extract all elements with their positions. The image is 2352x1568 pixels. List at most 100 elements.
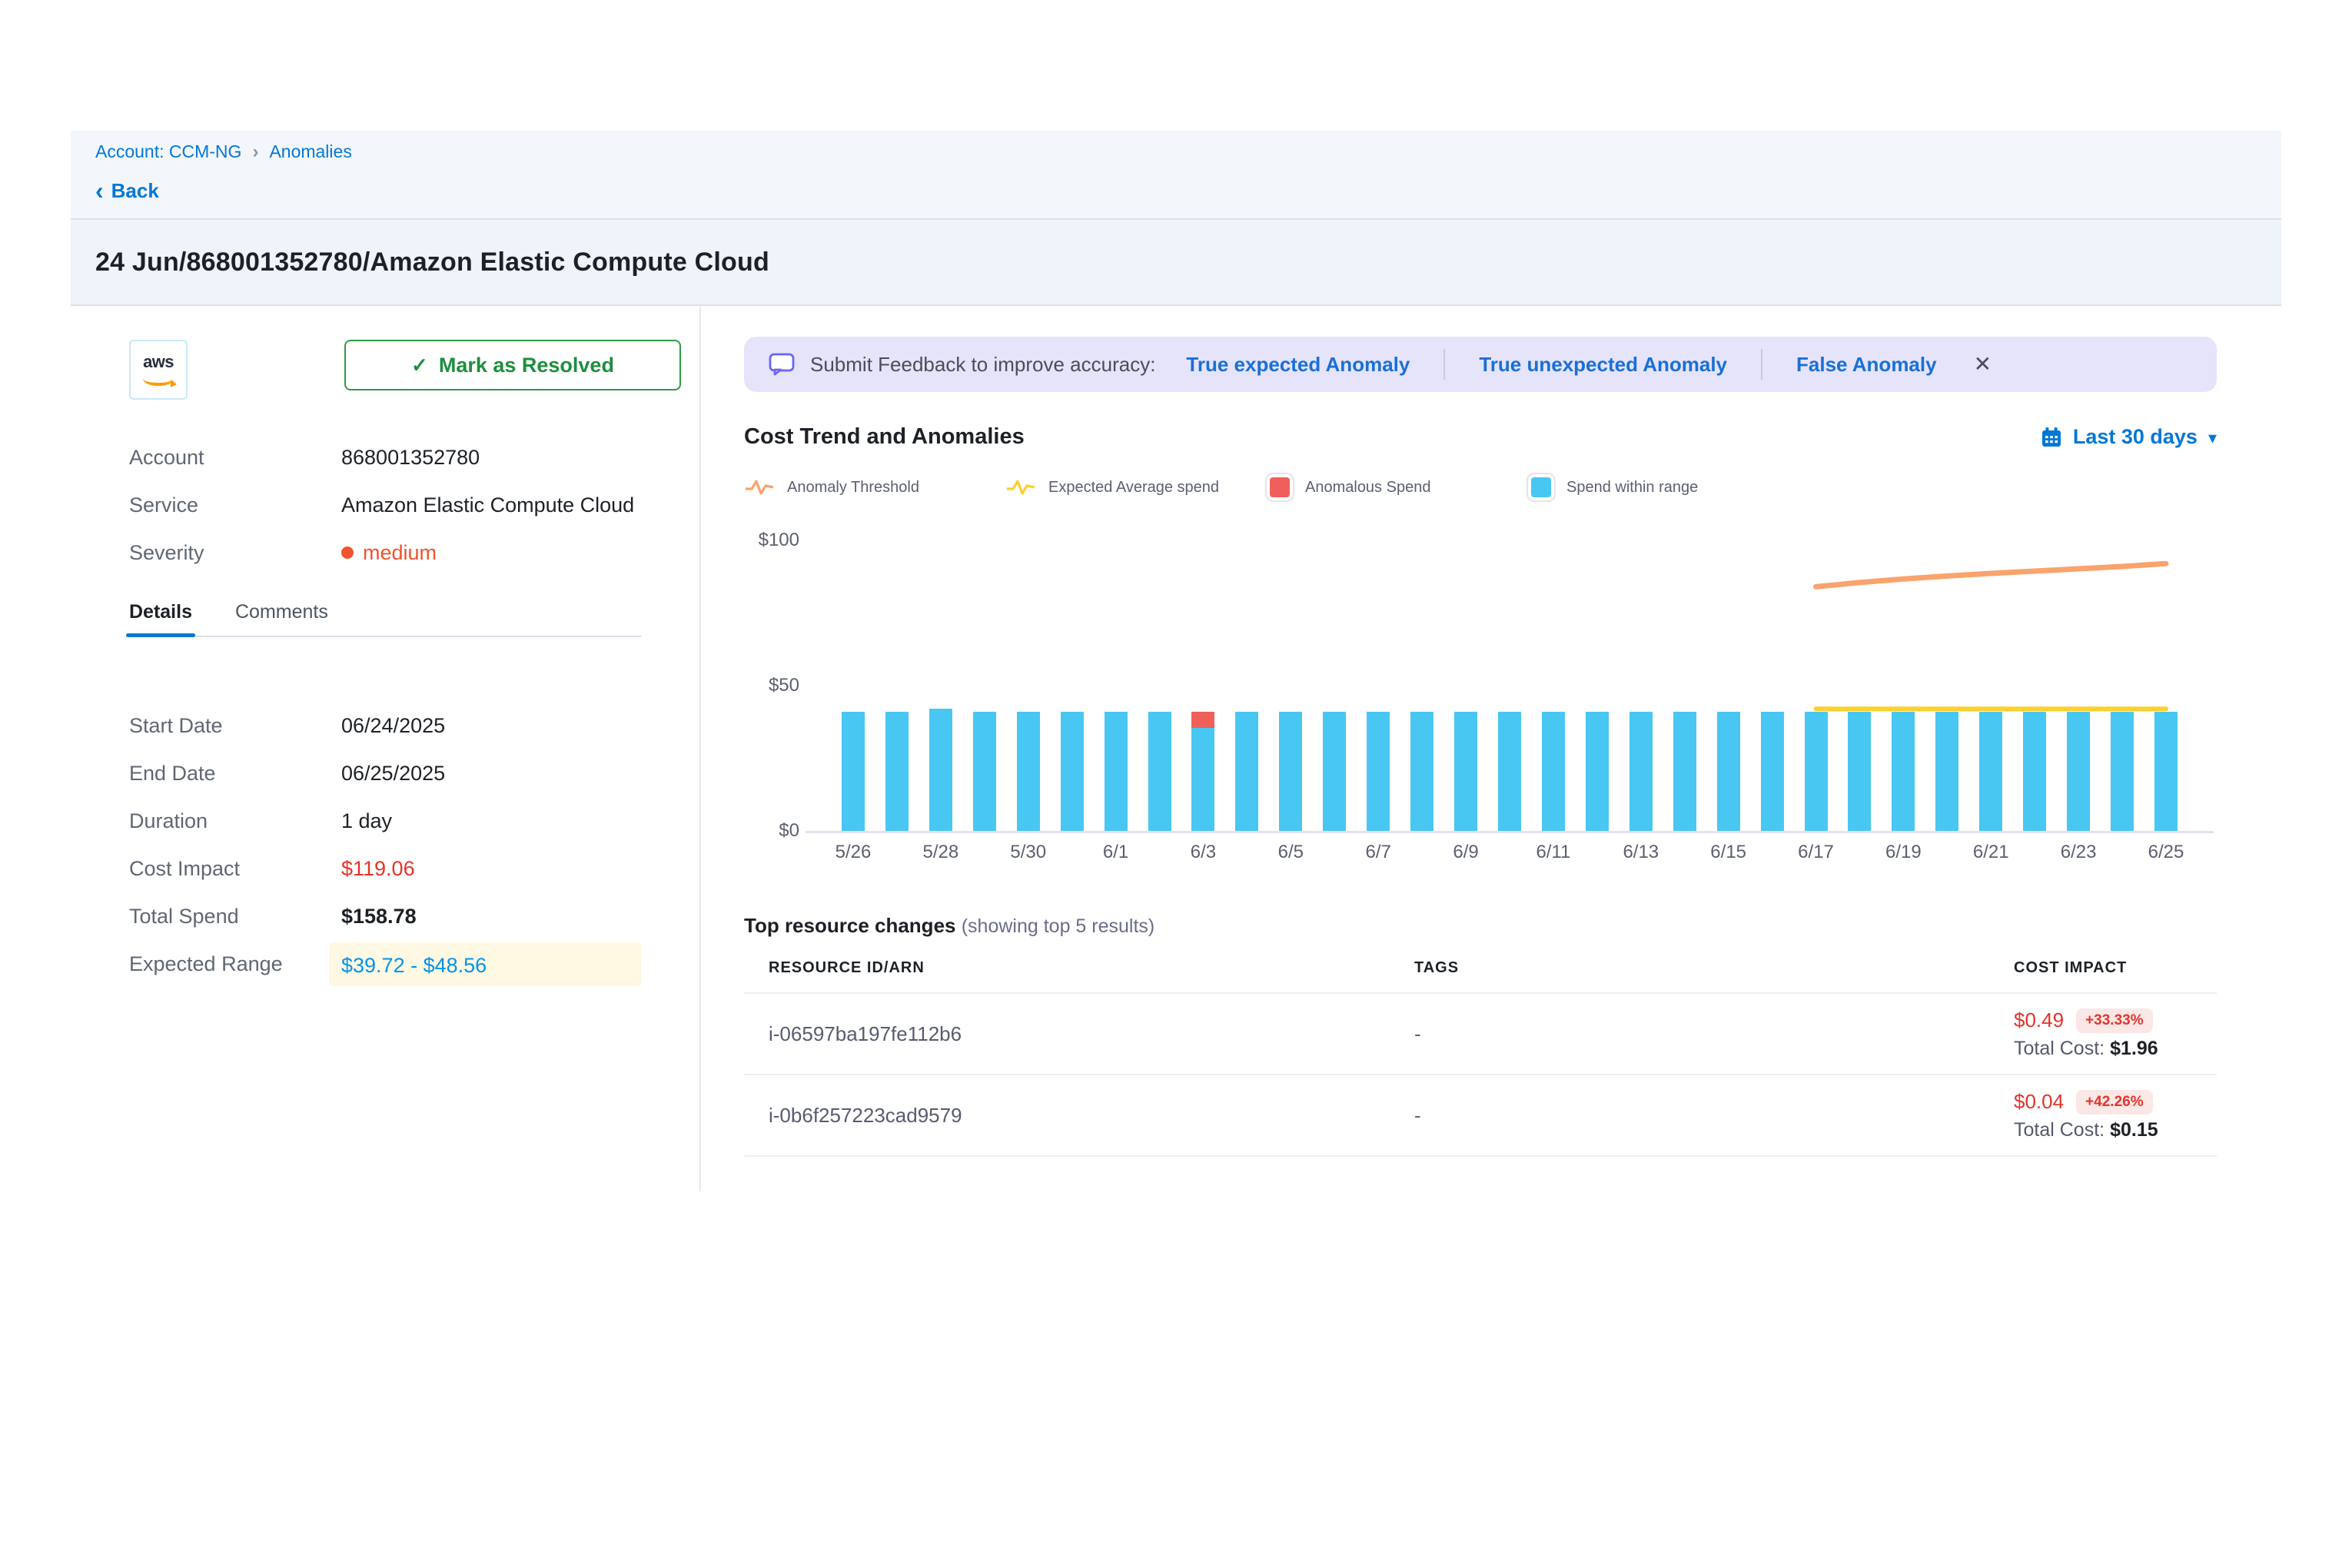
- legend-item-expected-average-spend[interactable]: Expected Average spend: [1005, 477, 1267, 498]
- bar-5/26[interactable]: [842, 712, 865, 831]
- bar-5/27[interactable]: [885, 712, 909, 831]
- bar-6/12[interactable]: [1586, 712, 1609, 831]
- legend-item-anomaly-threshold[interactable]: Anomaly Threshold: [744, 477, 1005, 498]
- end-date-row: End Date 06/25/2025: [129, 749, 641, 797]
- feedback-option-3[interactable]: False Anomaly: [1796, 353, 1937, 377]
- back-button[interactable]: ‹ Back: [95, 179, 2257, 203]
- bar-5/30[interactable]: [1017, 712, 1040, 831]
- cost-impact-percent-badge: +42.26%: [2076, 1090, 2153, 1115]
- bar-6/25[interactable]: [2154, 712, 2178, 831]
- y-axis-tick: $0: [744, 820, 799, 842]
- bar-6/3[interactable]: [1191, 728, 1214, 831]
- total-cost-value: $1.96: [2110, 1038, 2158, 1059]
- expected-range-row: Expected Range $39.72 - $48.56: [129, 940, 641, 988]
- bar-6/21[interactable]: [1979, 712, 2002, 831]
- legend-label: Anomalous Spend: [1305, 479, 1430, 497]
- resources-title: Top resource changes: [744, 914, 956, 937]
- cost-impact-row: Cost Impact $119.06: [129, 845, 641, 892]
- mark-as-resolved-button[interactable]: ✓ Mark as Resolved: [344, 340, 681, 390]
- cost-line: $0.04+42.26%: [2014, 1090, 2217, 1115]
- trend-panel: Submit Feedback to improve accuracy: Tru…: [701, 306, 2281, 1191]
- resources-heading: Top resource changes (showing top 5 resu…: [744, 914, 2217, 938]
- x-axis-tick-6/5: 6/5: [1278, 842, 1304, 863]
- bar-6/13[interactable]: [1629, 712, 1653, 831]
- bar-6/8[interactable]: [1410, 712, 1433, 831]
- bar-6/17[interactable]: [1805, 712, 1828, 831]
- bar-6/7[interactable]: [1367, 712, 1390, 831]
- resource-id: i-0b6f257223cad9579: [769, 1104, 1414, 1128]
- total-spend-value: $158.78: [341, 905, 417, 929]
- cost-line: $0.49 +33.33%: [2014, 1008, 2217, 1033]
- breadcrumb-account[interactable]: Account: CCM-NG: [95, 141, 241, 162]
- bar-6/10[interactable]: [1498, 712, 1521, 831]
- tab-comments[interactable]: Comments: [235, 601, 328, 637]
- bar-6/5[interactable]: [1279, 712, 1302, 831]
- back-label: Back: [111, 179, 159, 203]
- chart-legend: Anomaly ThresholdExpected Average spend A…: [744, 474, 2217, 500]
- bar-5/29[interactable]: [973, 712, 996, 831]
- speech-bubble-icon: [769, 353, 795, 376]
- cost-impact-percent-badge: +33.33%: [2076, 1008, 2153, 1033]
- caret-down-icon: ▾: [2208, 428, 2217, 448]
- y-axis-tick: $50: [744, 675, 799, 696]
- feedback-option-1[interactable]: True expected Anomaly: [1186, 353, 1410, 377]
- bar-6/1[interactable]: [1105, 712, 1128, 831]
- x-axis-tick-6/23: 6/23: [2061, 842, 2097, 863]
- tab-details[interactable]: Details: [129, 601, 192, 637]
- start-date-value: 06/24/2025: [341, 714, 445, 738]
- feedback-option-2[interactable]: True unexpected Anomaly: [1479, 353, 1727, 377]
- details-list: Start Date 06/24/2025 End Date 06/25/202…: [129, 702, 699, 988]
- bar-6/18[interactable]: [1848, 712, 1871, 831]
- bar-6/14[interactable]: [1673, 712, 1696, 831]
- close-icon[interactable]: ✕: [1974, 354, 1992, 375]
- severity-dot-icon: [341, 546, 354, 559]
- x-axis-tick-6/3: 6/3: [1191, 842, 1216, 863]
- bar-6/24[interactable]: [2111, 712, 2134, 831]
- cost-impact-amount: $0.49: [2014, 1008, 2064, 1032]
- table-row-1[interactable]: i-06597ba197fe112b6-$0.49+33.33%Total Co…: [744, 994, 2217, 1075]
- x-axis-tick-6/13: 6/13: [1623, 842, 1659, 863]
- bar-6/22[interactable]: [2023, 712, 2046, 831]
- bar-6/6[interactable]: [1323, 712, 1346, 831]
- title-band: 24 Jun/868001352780/Amazon Elastic Compu…: [71, 220, 2281, 306]
- legend-item-spend-within-range[interactable]: Spend within range: [1528, 474, 1789, 500]
- account-value: 868001352780: [341, 446, 480, 470]
- anomalous-bar-segment-6/3[interactable]: [1191, 712, 1214, 728]
- anomaly-detail-page: Account: CCM-NG › Anomalies ‹ Back 24 Ju…: [71, 131, 2281, 1191]
- content: aws ✓ Mark as Resolved Account 868001352…: [71, 306, 2281, 1191]
- bar-5/28[interactable]: [929, 709, 952, 831]
- bar-6/15[interactable]: [1717, 712, 1740, 831]
- bar-6/9[interactable]: [1454, 712, 1477, 831]
- legend-item-anomalous-spend[interactable]: Anomalous Spend: [1267, 474, 1528, 500]
- expected-range-value: $39.72 - $48.56: [341, 954, 487, 977]
- x-axis-tick-6/1: 6/1: [1103, 842, 1128, 863]
- total-spend-label: Total Spend: [129, 905, 341, 929]
- resolve-label: Mark as Resolved: [439, 354, 614, 377]
- service-label: Service: [129, 493, 341, 517]
- aws-logo-icon: aws: [129, 340, 188, 400]
- summary-fields: Account 868001352780 Service Amazon Elas…: [129, 434, 699, 576]
- date-range-selector[interactable]: Last 30 days ▾: [2041, 425, 2217, 449]
- column-header-resource-id-arn: RESOURCE ID/ARN: [769, 959, 1414, 977]
- breadcrumb-anomalies[interactable]: Anomalies: [269, 141, 351, 162]
- severity-row: Severity medium: [129, 529, 699, 576]
- bar-6/23[interactable]: [2067, 712, 2090, 831]
- total-cost-line: Total Cost: $1.96: [2014, 1038, 2217, 1060]
- x-axis-tick-6/19: 6/19: [1885, 842, 1922, 863]
- logo-row: aws ✓ Mark as Resolved: [129, 340, 699, 400]
- feedback-divider: [1761, 349, 1762, 380]
- bar-6/4[interactable]: [1235, 712, 1258, 831]
- bar-6/16[interactable]: [1761, 712, 1784, 831]
- table-row-2[interactable]: i-0b6f257223cad9579-$0.04+42.26%Total Co…: [744, 1075, 2217, 1157]
- line-anomaly-threshold: [1816, 563, 2166, 586]
- bar-6/20[interactable]: [1935, 712, 1958, 831]
- bar-5/31[interactable]: [1061, 712, 1084, 831]
- service-row: Service Amazon Elastic Compute Cloud: [129, 481, 699, 529]
- bar-6/2[interactable]: [1148, 712, 1171, 831]
- x-axis-tick-6/9: 6/9: [1453, 842, 1478, 863]
- expected-range-label: Expected Range: [129, 952, 341, 976]
- x-axis-tick-5/30: 5/30: [1010, 842, 1046, 863]
- bar-6/11[interactable]: [1542, 712, 1565, 831]
- end-date-value: 06/25/2025: [341, 762, 445, 786]
- bar-6/19[interactable]: [1892, 712, 1915, 831]
